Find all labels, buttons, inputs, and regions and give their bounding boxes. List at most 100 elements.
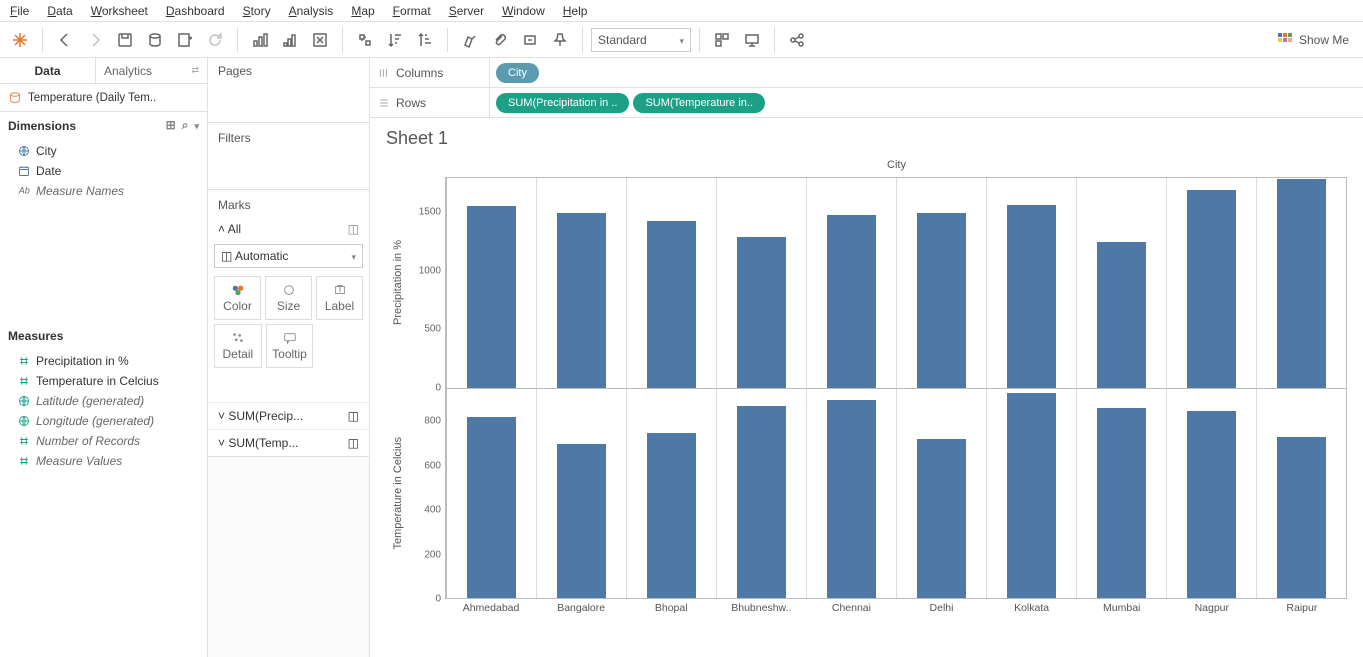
marks-sum-temp[interactable]: ˅ SUM(Temp...◫ <box>208 429 369 456</box>
bar[interactable] <box>737 406 787 598</box>
field-measure-names[interactable]: AbcMeasure Names <box>0 181 207 201</box>
pill-city[interactable]: City <box>496 63 539 83</box>
bar[interactable] <box>647 433 697 598</box>
pages-shelf[interactable]: Pages <box>208 58 369 123</box>
search-icon[interactable]: ⌕ <box>182 118 189 133</box>
highlight-icon[interactable] <box>456 26 484 54</box>
cards-icon[interactable] <box>708 26 736 54</box>
chevron-down-icon <box>351 249 356 263</box>
size-button[interactable]: Size <box>265 276 312 320</box>
chart-pane-precip[interactable] <box>446 177 1347 389</box>
columns-shelf[interactable]: Columns City <box>370 58 1363 88</box>
pill-sum-precip[interactable]: SUM(Precipitation in .. <box>496 93 629 113</box>
bar[interactable] <box>1007 205 1057 388</box>
presentation-icon[interactable] <box>738 26 766 54</box>
chart-area: Precipitation in % Temperature in Celciu… <box>386 159 1347 619</box>
menu-file[interactable]: File <box>10 4 29 18</box>
menu-help[interactable]: Help <box>563 4 588 18</box>
chart-pane-temp[interactable] <box>446 389 1347 600</box>
menu-data[interactable]: Data <box>47 4 72 18</box>
tab-analytics[interactable]: Analytics ⇄ <box>96 58 207 83</box>
new-datasource-icon[interactable] <box>141 26 169 54</box>
label-button[interactable]: TLabel <box>316 276 363 320</box>
show-me-button[interactable]: Show Me <box>1269 32 1357 48</box>
pill-sum-temp[interactable]: SUM(Temperature in.. <box>633 93 765 113</box>
bar[interactable] <box>917 439 967 598</box>
field-measure-values[interactable]: Measure Values <box>0 451 207 471</box>
bar[interactable] <box>647 221 697 387</box>
forward-icon[interactable] <box>81 26 109 54</box>
marks-sum-precip[interactable]: ˅ SUM(Precip...◫ <box>208 402 369 429</box>
show-me-icon <box>1277 32 1293 48</box>
fit-label: Standard <box>598 33 647 47</box>
sort-desc-icon[interactable] <box>381 26 409 54</box>
back-icon[interactable] <box>51 26 79 54</box>
menu-format[interactable]: Format <box>393 4 431 18</box>
menu-server[interactable]: Server <box>449 4 484 18</box>
column-header: City <box>446 159 1347 177</box>
bar[interactable] <box>737 237 787 387</box>
field-longitude-generated-[interactable]: Longitude (generated) <box>0 411 207 431</box>
field-date[interactable]: Date <box>0 161 207 181</box>
pin-icon[interactable] <box>546 26 574 54</box>
field-city[interactable]: City <box>0 141 207 161</box>
chevron-down-icon[interactable] <box>194 118 199 133</box>
bar[interactable] <box>467 417 517 598</box>
menu-story[interactable]: Story <box>243 4 271 18</box>
bar[interactable] <box>917 213 967 388</box>
svg-text:T: T <box>336 283 343 295</box>
bar[interactable] <box>467 206 517 388</box>
marks-all-row[interactable]: ˄ All ◫ <box>208 218 369 240</box>
bar[interactable] <box>557 213 607 388</box>
menu-analysis[interactable]: Analysis <box>289 4 334 18</box>
bar[interactable] <box>827 400 877 598</box>
field-number-of-records[interactable]: Number of Records <box>0 431 207 451</box>
save-icon[interactable] <box>111 26 139 54</box>
menu-window[interactable]: Window <box>502 4 545 18</box>
bar[interactable] <box>1187 190 1237 388</box>
menu-dashboard[interactable]: Dashboard <box>166 4 225 18</box>
pivot-icon[interactable] <box>351 26 379 54</box>
category-label: Nagpur <box>1167 599 1257 619</box>
bar[interactable] <box>1277 179 1327 387</box>
menu-map[interactable]: Map <box>351 4 374 18</box>
field-latitude-generated-[interactable]: Latitude (generated) <box>0 391 207 411</box>
filters-shelf[interactable]: Filters <box>208 125 369 190</box>
bar[interactable] <box>1277 437 1327 598</box>
show-me-label: Show Me <box>1299 33 1349 47</box>
sort-asc-icon[interactable] <box>276 26 304 54</box>
refresh-icon[interactable] <box>201 26 229 54</box>
tooltip-button[interactable]: Tooltip <box>266 324 314 368</box>
menu-worksheet[interactable]: Worksheet <box>91 4 148 18</box>
clear-sheet-icon[interactable] <box>306 26 334 54</box>
field-temperature-in-celcius[interactable]: Temperature in Celcius <box>0 371 207 391</box>
tab-data[interactable]: Data <box>0 58 96 83</box>
category-label: Bangalore <box>536 599 626 619</box>
share-icon[interactable] <box>783 26 811 54</box>
datasource-row[interactable]: Temperature (Daily Tem.. <box>0 84 207 112</box>
bar[interactable] <box>1097 408 1147 598</box>
bar[interactable] <box>1007 393 1057 598</box>
bar[interactable] <box>1187 411 1237 598</box>
bar[interactable] <box>557 444 607 598</box>
field-precipitation-in-[interactable]: Precipitation in % <box>0 351 207 371</box>
view-pane: Columns City Rows SUM(Precipitation in .… <box>370 58 1363 657</box>
color-button[interactable]: Color <box>214 276 261 320</box>
label-icon[interactable] <box>516 26 544 54</box>
fit-dropdown[interactable]: Standard <box>591 28 691 52</box>
expand-icon: ⇄ <box>191 65 199 76</box>
sheet-title[interactable]: Sheet 1 <box>386 128 1347 149</box>
sort-asc2-icon[interactable] <box>411 26 439 54</box>
detail-button[interactable]: Detail <box>214 324 262 368</box>
view-icon[interactable]: ⊞ <box>166 118 176 133</box>
bar[interactable] <box>1097 242 1147 387</box>
bar-icon: ◫ <box>348 436 359 450</box>
tableau-logo-icon[interactable] <box>6 26 34 54</box>
swap-icon[interactable] <box>246 26 274 54</box>
rows-shelf[interactable]: Rows SUM(Precipitation in .. SUM(Tempera… <box>370 88 1363 118</box>
datasource-name: Temperature (Daily Tem.. <box>28 92 156 104</box>
attach-icon[interactable] <box>486 26 514 54</box>
new-worksheet-icon[interactable] <box>171 26 199 54</box>
mark-type-dropdown[interactable]: ◫ Automatic <box>214 244 363 268</box>
bar[interactable] <box>827 215 877 387</box>
